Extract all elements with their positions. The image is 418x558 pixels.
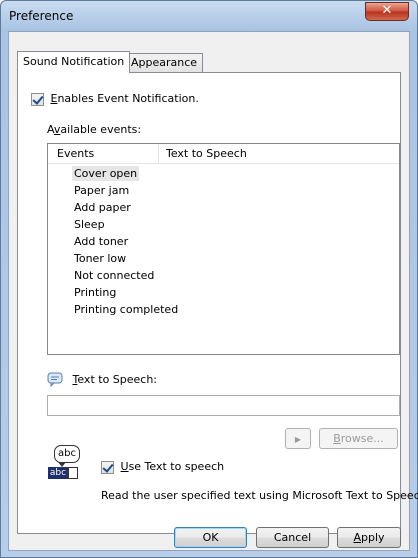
apply-button[interactable]: Apply (337, 527, 401, 548)
enable-event-notification-row[interactable]: Enables Event Notification. (31, 92, 199, 106)
dialog-client: Sound Notification Appearance Enables Ev… (8, 31, 418, 551)
cancel-button[interactable]: Cancel (256, 527, 329, 548)
events-list[interactable]: Events Text to Speech Cover open Paper j… (47, 143, 400, 355)
apply-label: Apply (353, 531, 385, 544)
tab-sound-notification[interactable]: Sound Notification (17, 51, 131, 73)
speech-bubble-icon (47, 372, 63, 388)
list-item[interactable]: Add toner (72, 234, 130, 249)
tab-label: Appearance (131, 56, 198, 69)
ok-button[interactable]: OK (174, 527, 247, 548)
enable-event-notification-label: Enables Event Notification. (50, 92, 199, 105)
available-events-label: Available events: (47, 123, 142, 136)
sound-notification-panel: Enables Event Notification. Available ev… (17, 72, 418, 534)
tab-label: Sound Notification (23, 55, 125, 68)
play-button[interactable]: ▶ (285, 428, 311, 449)
abc-bubble-icon: abc (54, 445, 80, 463)
text-to-speech-input[interactable] (47, 395, 400, 416)
text-to-speech-row: Text to Speech: (47, 372, 158, 388)
preference-window: Preference ✕ Sound Notification Appearan… (0, 0, 418, 558)
column-separator[interactable] (158, 144, 159, 164)
column-events[interactable]: Events (57, 147, 94, 160)
description-text: Read the user specified text using Micro… (101, 489, 418, 502)
use-text-to-speech-checkbox[interactable] (101, 460, 114, 474)
browse-button[interactable]: Browse... (319, 428, 398, 449)
close-icon: ✕ (381, 3, 393, 18)
play-icon: ▶ (294, 435, 302, 444)
window-title: Preference (9, 9, 74, 23)
text-to-speech-label: Text to Speech: (72, 372, 158, 386)
browse-label: Browse... (333, 432, 384, 445)
list-item[interactable]: Printing (72, 285, 118, 300)
list-item[interactable]: Cover open (72, 166, 140, 181)
close-button[interactable]: ✕ (365, 2, 409, 21)
use-text-to-speech-row[interactable]: Use Text to speech (101, 460, 224, 474)
tab-appearance[interactable]: Appearance (125, 53, 204, 72)
ok-label: OK (202, 531, 219, 544)
use-text-to-speech-label: Use Text to speech (120, 460, 225, 473)
cancel-label: Cancel (273, 531, 312, 544)
column-text-to-speech[interactable]: Text to Speech (166, 147, 247, 160)
list-item[interactable]: Printing completed (72, 302, 180, 317)
list-item[interactable]: Not connected (72, 268, 156, 283)
list-item[interactable]: Add paper (72, 200, 133, 215)
cursor-box-icon (68, 467, 78, 479)
title-bar: Preference ✕ (1, 1, 417, 31)
events-list-header: Events Text to Speech (48, 144, 399, 164)
list-item[interactable]: Sleep (72, 217, 107, 232)
text-to-speech-abc-icon: abc abc (48, 445, 84, 481)
list-item[interactable]: Toner low (72, 251, 128, 266)
list-item[interactable]: Paper jam (72, 183, 131, 198)
enable-event-notification-checkbox[interactable] (31, 92, 44, 106)
abc-selected-icon: abc (48, 467, 68, 479)
